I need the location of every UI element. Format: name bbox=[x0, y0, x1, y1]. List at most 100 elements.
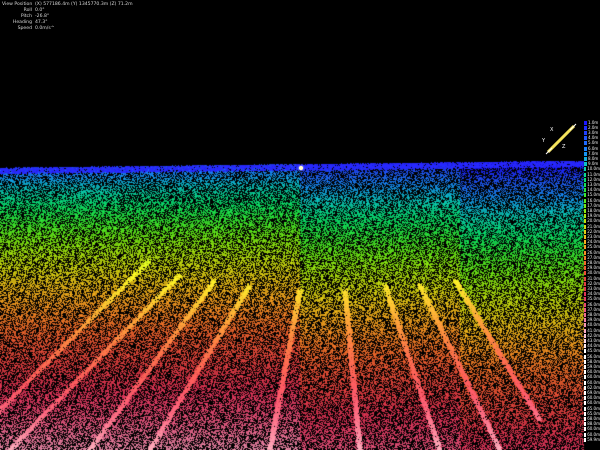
legend-swatch bbox=[584, 198, 587, 203]
gizmo-axis-label-x: X bbox=[550, 127, 554, 133]
legend-label: 60.0m bbox=[587, 379, 600, 385]
legend-label: 21.0m bbox=[587, 223, 600, 229]
legend-swatch bbox=[584, 151, 587, 156]
legend-label: 26.0m bbox=[587, 249, 600, 255]
legend-swatch bbox=[584, 229, 587, 234]
legend-swatch bbox=[584, 354, 587, 359]
legend-swatch bbox=[584, 172, 587, 177]
legend-swatch bbox=[584, 375, 587, 380]
legend-swatch bbox=[584, 318, 587, 323]
legend-swatch bbox=[584, 250, 587, 255]
legend-swatch bbox=[584, 370, 587, 375]
gizmo-axis-label-y: Y bbox=[541, 138, 546, 144]
legend-swatch bbox=[584, 208, 587, 213]
legend-swatch bbox=[584, 255, 587, 260]
legend-label: 15.0m bbox=[587, 192, 600, 198]
legend-swatch bbox=[584, 193, 587, 198]
legend-swatch bbox=[584, 349, 587, 354]
hud-value: (X) 577186.4m (Y) 1345770.3m (Z) 71.2m bbox=[35, 2, 133, 7]
legend-swatch bbox=[584, 260, 587, 265]
legend-swatch bbox=[584, 141, 587, 146]
legend-label: 30.0m bbox=[587, 270, 600, 276]
legend-swatch bbox=[584, 281, 587, 286]
legend-swatch bbox=[584, 130, 587, 135]
legend-label: 60.0m bbox=[587, 426, 600, 432]
legend-swatch bbox=[584, 437, 587, 442]
legend-swatch bbox=[584, 427, 587, 432]
legend-swatch bbox=[584, 224, 587, 229]
hud-value: 0.0m/s^ bbox=[35, 26, 55, 31]
legend-label: 6.0m bbox=[588, 145, 599, 151]
legend-swatch bbox=[584, 302, 587, 307]
legend-label: 41.0m bbox=[587, 327, 600, 333]
legend-swatch bbox=[584, 401, 587, 406]
legend-swatch bbox=[584, 219, 587, 224]
legend-swatch bbox=[584, 292, 587, 297]
3d-viewport[interactable] bbox=[0, 0, 600, 450]
view-info-overlay: View Position (X) 577186.4m (Y) 1345770.… bbox=[2, 2, 133, 32]
legend-swatch bbox=[584, 338, 587, 343]
legend-swatch bbox=[584, 156, 587, 161]
bathymetry-point-cloud[interactable] bbox=[0, 0, 600, 450]
legend-swatch bbox=[584, 323, 587, 328]
legend-label: 10.0m bbox=[587, 166, 600, 172]
legend-swatch bbox=[584, 146, 587, 151]
legend-swatch bbox=[584, 359, 587, 364]
legend-swatch bbox=[584, 390, 587, 395]
legend-swatch bbox=[584, 125, 587, 130]
legend-label: 1.0m bbox=[588, 119, 599, 125]
legend-swatch bbox=[584, 240, 587, 245]
legend-swatch bbox=[584, 411, 587, 416]
legend-swatch bbox=[584, 380, 587, 385]
legend-label: 40.0m bbox=[587, 322, 600, 328]
legend-label: 11.0m bbox=[587, 171, 600, 177]
axis-orientation-gizmo[interactable]: X Y Z bbox=[536, 118, 584, 160]
hud-label: Speed bbox=[17, 26, 32, 31]
legend-swatch bbox=[584, 406, 587, 411]
legend-swatch bbox=[584, 276, 587, 281]
legend-swatch bbox=[584, 188, 587, 193]
legend-label: 60.0m bbox=[587, 374, 600, 380]
legend-entry: 59.9m bbox=[584, 437, 600, 442]
legend-swatch bbox=[584, 234, 587, 239]
legend-swatch bbox=[584, 167, 587, 172]
depth-color-legend: 1.0m 2.0m 3.0m 4.0m 5.0m 6.0m 7.0m 8.0m 9.0m 10.0… bbox=[584, 120, 600, 450]
legend-label: 60.0m bbox=[587, 400, 600, 406]
legend-swatch bbox=[584, 416, 587, 421]
legend-swatch bbox=[584, 432, 587, 437]
legend-label: 45.0m bbox=[587, 348, 600, 354]
legend-swatch bbox=[584, 286, 587, 291]
legend-label: 31.0m bbox=[587, 275, 600, 281]
legend-swatch bbox=[584, 333, 587, 338]
legend-label: 16.0m bbox=[587, 197, 600, 203]
legend-swatch bbox=[584, 120, 587, 125]
legend-swatch bbox=[584, 266, 587, 271]
hud-row-speed: Speed 0.0m/s^ bbox=[2, 26, 133, 32]
legend-swatch bbox=[584, 364, 587, 369]
legend-label: 36.0m bbox=[587, 301, 600, 307]
legend-label: 35.0m bbox=[587, 296, 600, 302]
legend-swatch bbox=[584, 328, 587, 333]
legend-swatch bbox=[584, 203, 587, 208]
legend-swatch bbox=[584, 422, 587, 427]
legend-label: 5.0m bbox=[588, 140, 599, 146]
legend-label: 25.0m bbox=[587, 244, 600, 250]
gizmo-axis-label-z: Z bbox=[562, 144, 566, 150]
legend-swatch bbox=[584, 214, 587, 219]
legend-label: 60.0m bbox=[587, 431, 600, 437]
legend-label: 65.0m bbox=[587, 405, 600, 411]
legend-swatch bbox=[584, 344, 587, 349]
legend-swatch bbox=[584, 307, 587, 312]
legend-swatch bbox=[584, 312, 587, 317]
legend-swatch bbox=[584, 245, 587, 250]
legend-swatch bbox=[584, 385, 587, 390]
legend-label: 59.9m bbox=[587, 436, 600, 442]
position-marker-icon bbox=[299, 166, 303, 170]
legend-label: 20.0m bbox=[587, 218, 600, 224]
legend-swatch bbox=[584, 271, 587, 276]
legend-swatch bbox=[584, 396, 587, 401]
legend-label: 56.0m bbox=[587, 353, 600, 359]
legend-swatch bbox=[584, 182, 587, 187]
legend-swatch bbox=[584, 177, 587, 182]
legend-swatch bbox=[584, 297, 587, 302]
